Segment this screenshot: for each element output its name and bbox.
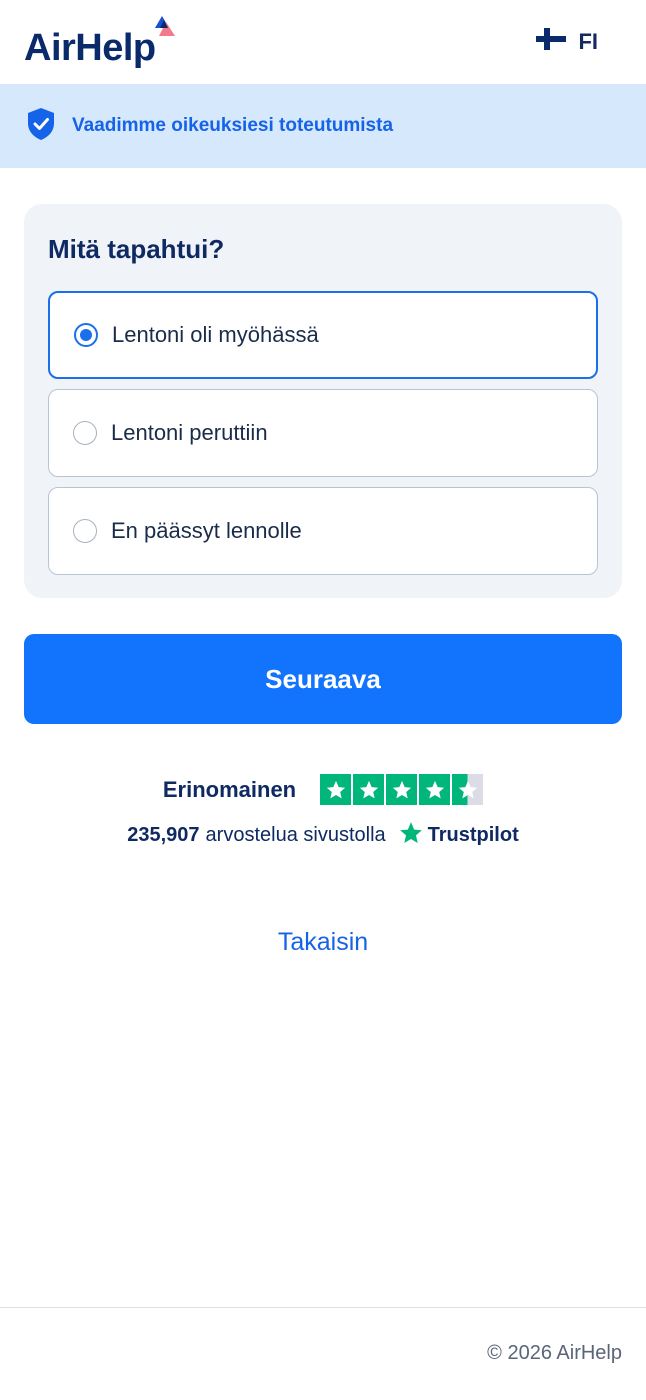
option-label: Lentoni peruttiin	[111, 420, 268, 445]
radio-button[interactable]	[73, 519, 97, 543]
trustpilot-rating: Erinomainen	[0, 774, 646, 805]
radio-button[interactable]	[73, 421, 97, 445]
star-icon	[419, 774, 451, 805]
trustpilot-reviews: 235,907 arvostelua sivustolla Trustpilot	[0, 820, 646, 851]
half-star-icon	[452, 774, 484, 805]
next-button[interactable]: Seuraava	[24, 634, 622, 724]
rights-banner: Vaadimme oikeuksiesi toteutumista	[0, 84, 646, 168]
footer-copyright: © 2026 AirHelp	[487, 1342, 622, 1364]
option-label: En päässyt lennolle	[111, 518, 302, 543]
airhelp-logo[interactable]: AirHelp	[24, 16, 176, 70]
radio-button[interactable]	[74, 323, 98, 347]
trustpilot-logo[interactable]: Trustpilot	[398, 820, 519, 851]
question-title: Mitä tapahtui?	[48, 234, 225, 264]
logo-text: AirHelp	[24, 27, 156, 69]
star-rating	[320, 774, 484, 805]
star-icon	[320, 774, 352, 805]
language-code: FI	[578, 28, 598, 54]
finland-flag-icon	[536, 28, 567, 55]
rating-word: Erinomainen	[162, 776, 297, 802]
banner-text: Vaadimme oikeuksiesi toteutumista	[72, 115, 394, 136]
footer-divider	[0, 1307, 646, 1308]
trustpilot-name: Trustpilot	[427, 824, 519, 846]
review-count: 235,907	[127, 824, 200, 846]
star-icon	[353, 774, 385, 805]
star-icon	[386, 774, 418, 805]
option-label: Lentoni oli myöhässä	[112, 322, 319, 347]
trustpilot-star-icon	[398, 820, 424, 851]
header: AirHelp FI	[0, 0, 646, 84]
shield-check-icon	[26, 107, 56, 146]
logo-mark-icon	[154, 16, 176, 42]
option-denied-boarding[interactable]: En päässyt lennolle	[48, 487, 598, 575]
option-flight-delayed[interactable]: Lentoni oli myöhässä	[48, 291, 598, 379]
back-link[interactable]: Takaisin	[0, 928, 646, 957]
question-card: Mitä tapahtui? Lentoni oli myöhässä Lent…	[24, 204, 622, 598]
review-text: arvostelua sivustolla	[205, 824, 386, 846]
option-flight-cancelled[interactable]: Lentoni peruttiin	[48, 389, 598, 477]
language-selector[interactable]: FI	[536, 28, 598, 55]
